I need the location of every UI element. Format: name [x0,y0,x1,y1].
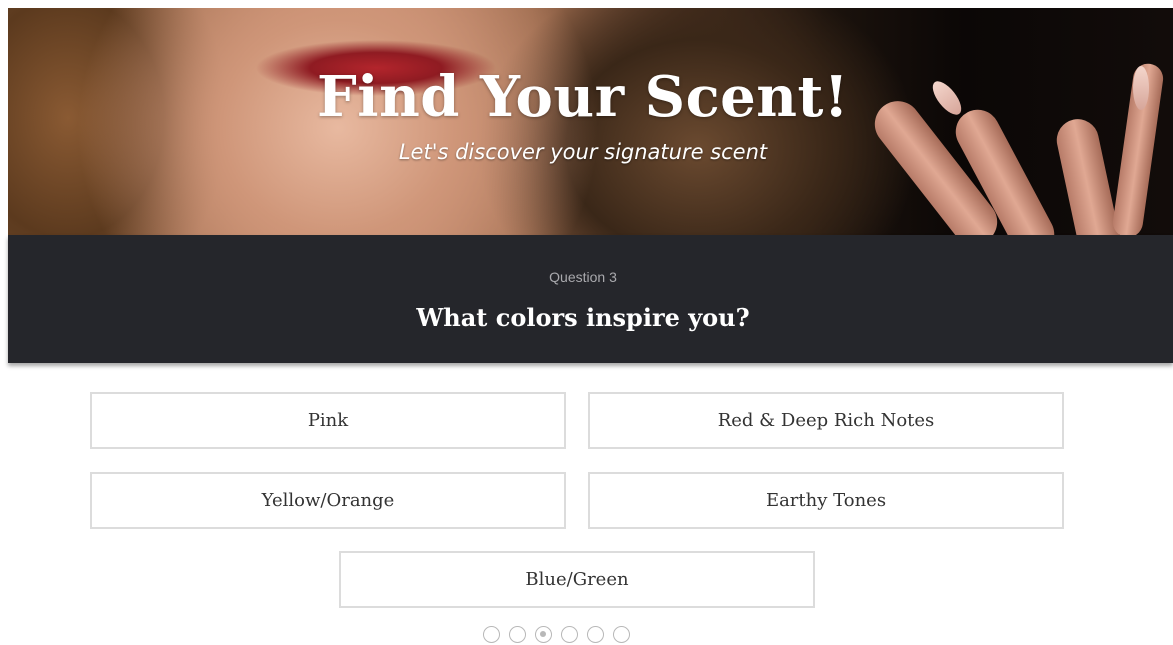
answer-option-red-deep-rich-notes[interactable]: Red & Deep Rich Notes [588,392,1064,449]
question-text: What colors inspire you? [416,303,750,332]
answer-option-pink[interactable]: Pink [90,392,566,449]
pagination-dot-3[interactable] [535,626,552,643]
question-number: Question 3 [549,269,617,285]
pagination-dot-1[interactable] [483,626,500,643]
hero-banner: Find Your Scent! Let's discover your sig… [8,8,1173,235]
pagination-dot-5[interactable] [587,626,604,643]
hero-subtitle: Let's discover your signature scent [398,140,768,164]
answer-option-earthy-tones[interactable]: Earthy Tones [588,472,1064,529]
pagination-dot-6[interactable] [613,626,630,643]
question-pagination [483,626,630,644]
hero-title: Find Your Scent! [317,64,849,130]
pagination-dot-4[interactable] [561,626,578,643]
pagination-dot-2[interactable] [509,626,526,643]
answer-option-blue-green[interactable]: Blue/Green [339,551,815,608]
question-header: Question 3 What colors inspire you? [8,235,1173,363]
answer-option-yellow-orange[interactable]: Yellow/Orange [90,472,566,529]
